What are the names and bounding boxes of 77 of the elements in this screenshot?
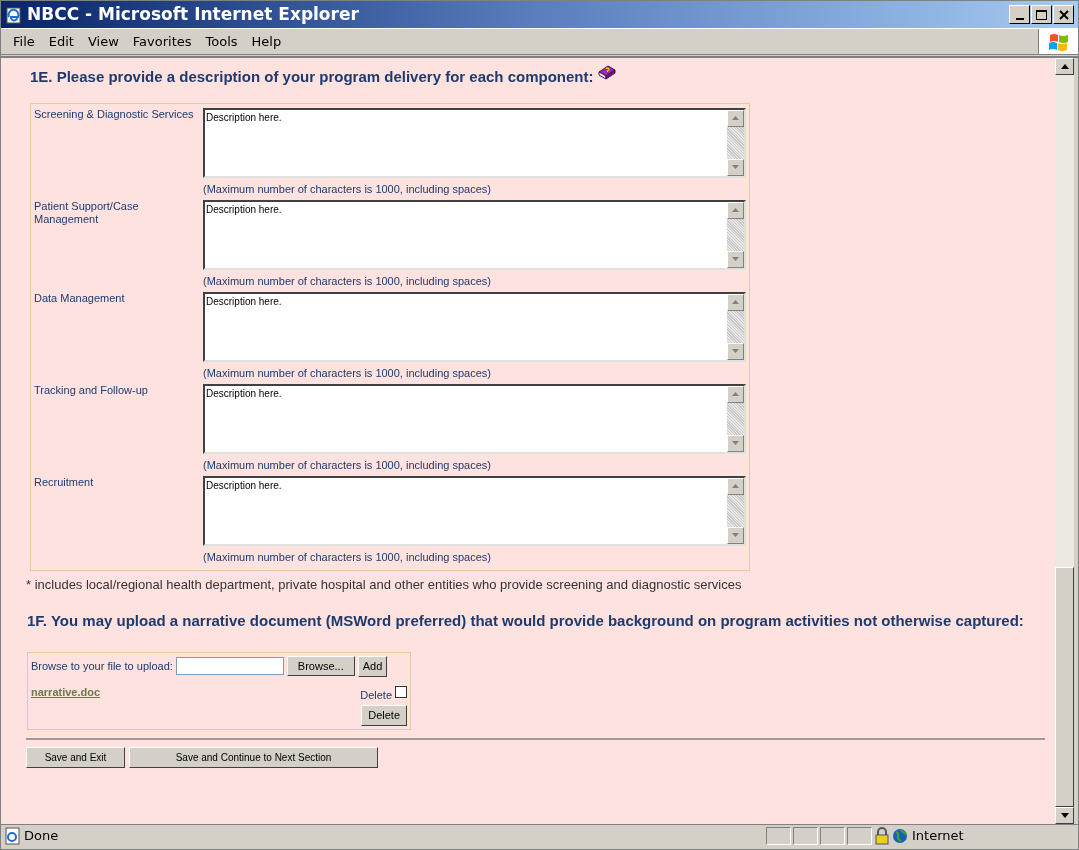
- status-panel: [766, 827, 791, 845]
- component-label: Screening & Diagnostic Services: [34, 107, 195, 122]
- file-path-field[interactable]: [175, 657, 284, 675]
- delete-checkbox[interactable]: [395, 685, 407, 698]
- character-limit-note: (Maximum number of characters is 1000, including spaces): [203, 550, 492, 564]
- menu-item[interactable]: Tools: [199, 29, 244, 54]
- character-limit-note: (Maximum number of characters is 1000, including spaces): [203, 458, 492, 472]
- section-heading: 1E. Please provide a description of your program delivery for each component:: [30, 67, 594, 87]
- window-title: NBCC - Microsoft Internet Explorer: [27, 2, 359, 26]
- zone-label: Internet: [912, 827, 964, 846]
- up-arrow-icon: [732, 208, 739, 212]
- form-button[interactable]: Save and Continue to Next Section: [129, 747, 378, 768]
- flag-logo-icon: [1047, 31, 1070, 52]
- up-arrow-icon: [732, 300, 739, 304]
- add-button[interactable]: Add: [357, 655, 388, 677]
- menu-item[interactable]: Help: [245, 29, 288, 54]
- description-textarea[interactable]: Description here.: [203, 291, 746, 362]
- browse-button[interactable]: Browse...: [286, 656, 355, 676]
- component-label: Patient Support/Case Management: [34, 199, 140, 227]
- textarea-value: Description here.: [205, 478, 283, 492]
- up-arrow-icon: [732, 484, 739, 488]
- down-arrow-icon: [732, 349, 739, 353]
- up-arrow-icon: [732, 392, 739, 396]
- down-arrow-icon: [732, 165, 739, 169]
- character-limit-note: (Maximum number of characters is 1000, including spaces): [203, 366, 492, 380]
- up-arrow-icon: [732, 116, 739, 120]
- close-button[interactable]: [1053, 5, 1074, 24]
- description-textarea[interactable]: Description here.: [203, 383, 746, 454]
- delete-label: Delete: [360, 687, 392, 703]
- section-heading: 1F. You may upload a narrative document (MSWord preferred) that would provide background on program activities not otherwise captured:: [27, 611, 1025, 631]
- browser-logo-icon: [5, 5, 23, 24]
- down-arrow-icon: [732, 533, 739, 537]
- textarea-value: Description here.: [205, 202, 283, 216]
- delete-button[interactable]: Delete: [361, 705, 407, 726]
- menu-item[interactable]: View: [81, 29, 125, 54]
- up-arrow-icon: [1060, 64, 1069, 69]
- menu-item[interactable]: File: [7, 29, 41, 54]
- description-textarea[interactable]: Description here.: [203, 107, 746, 178]
- footnote: * includes local/regional health department, private hospital and other entities who provide screening and diagnostic services: [26, 575, 743, 594]
- globe-icon: [892, 828, 908, 844]
- character-limit-note: (Maximum number of characters is 1000, including spaces): [203, 182, 492, 196]
- page-icon: [4, 827, 22, 845]
- scroll-up-button[interactable]: [727, 109, 744, 127]
- menu-item[interactable]: Favorites: [126, 29, 198, 54]
- character-limit-note: (Maximum number of characters is 1000, including spaces): [203, 274, 492, 288]
- minimize-button[interactable]: [1009, 5, 1030, 24]
- status-text: Done: [24, 827, 60, 846]
- down-arrow-icon: [732, 257, 739, 261]
- vertical-scrollbar[interactable]: [1055, 58, 1074, 824]
- description-textarea[interactable]: Description here.: [203, 199, 746, 270]
- menu-item[interactable]: Edit: [42, 29, 80, 54]
- close-icon: [1058, 9, 1069, 20]
- description-textarea[interactable]: Description here.: [203, 475, 746, 546]
- textarea-value: Description here.: [205, 294, 283, 308]
- lock-icon: [874, 827, 890, 845]
- textarea-value: Description here.: [205, 386, 283, 400]
- scroll-up-button[interactable]: [727, 385, 744, 403]
- form-button[interactable]: Save and Exit: [26, 747, 125, 768]
- scroll-up-button[interactable]: [727, 201, 744, 219]
- scroll-up-button[interactable]: [1055, 58, 1074, 75]
- down-arrow-icon: [732, 441, 739, 445]
- status-panel: [793, 827, 818, 845]
- help-book-icon[interactable]: [597, 64, 618, 82]
- scroll-up-button[interactable]: [727, 293, 744, 311]
- down-arrow-icon: [1060, 813, 1069, 818]
- scroll-up-button[interactable]: [727, 477, 744, 495]
- component-label: Recruitment: [34, 475, 95, 490]
- component-label: Tracking and Follow-up: [34, 383, 149, 398]
- status-panel: [847, 827, 872, 845]
- scroll-thumb[interactable]: [1055, 567, 1074, 807]
- textarea-value: Description here.: [205, 110, 283, 124]
- upload-label: Browse to your file to upload:: [31, 658, 173, 674]
- scroll-down-button[interactable]: [1055, 807, 1074, 824]
- status-panel: [820, 827, 845, 845]
- maximize-button[interactable]: [1031, 5, 1052, 24]
- file-link[interactable]: narrative.doc: [31, 683, 101, 700]
- component-label: Data Management: [34, 291, 126, 306]
